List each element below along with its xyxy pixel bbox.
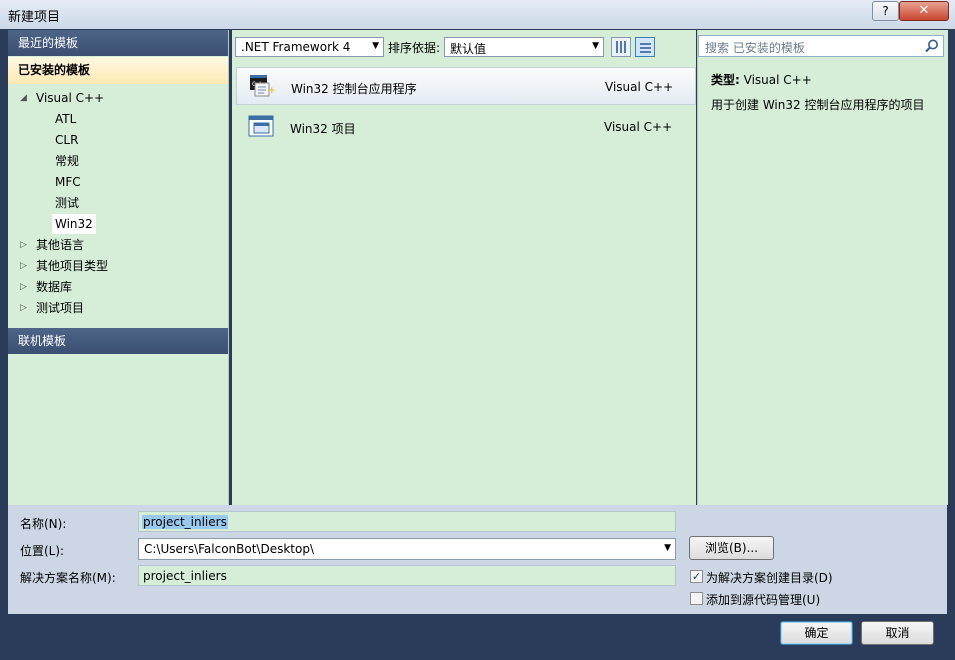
template-toolbar: .NET Framework 4 ▼ 排序依据: 默认值 ▼: [232, 30, 696, 64]
chevron-down-icon: ▼: [592, 41, 599, 51]
framework-value: .NET Framework 4: [241, 40, 351, 54]
tree-item-label: 其他项目类型: [36, 259, 109, 273]
name-label: 名称(N):: [20, 517, 67, 531]
location-label: 位置(L):: [20, 544, 65, 558]
collapsed-arrow-icon[interactable]: ▷: [20, 256, 32, 276]
small-icons-view-icon: [616, 41, 627, 53]
recent-templates-header[interactable]: 最近的模板: [8, 30, 228, 56]
framework-select[interactable]: .NET Framework 4 ▼: [235, 37, 384, 57]
tree-item-label: CLR: [55, 133, 79, 147]
template-item-console[interactable]: C:\ + Win32 控制台应用程序 Visual C++: [236, 67, 696, 105]
template-description: 用于创建 Win32 控制台应用程序的项目: [711, 98, 925, 112]
create-directory-label: 为解决方案创建目录(D): [706, 571, 833, 585]
window-title: 新建项目: [8, 10, 61, 25]
browse-button[interactable]: 浏览(B)...: [689, 536, 774, 560]
create-directory-checkbox[interactable]: ✓: [690, 570, 703, 583]
win32-window-icon: [248, 115, 274, 137]
installed-templates-header[interactable]: 已安装的模板: [8, 57, 228, 84]
list-view-button[interactable]: [635, 37, 655, 57]
tree-item-label: 数据库: [36, 280, 73, 294]
help-button[interactable]: ?: [872, 1, 899, 21]
tree-item[interactable]: ▷ 其他项目类型: [8, 256, 228, 276]
collapsed-arrow-icon[interactable]: ▷: [20, 277, 32, 297]
template-type: 类型: Visual C++: [711, 71, 812, 88]
solution-name-field[interactable]: project_inliers: [138, 565, 676, 586]
template-category-pane: 最近的模板 已安装的模板 ◢ Visual C++ ATL CLR 常规 MFC 测试 Win…: [8, 30, 229, 505]
template-name: Win32 项目: [290, 122, 356, 136]
template-item-win32-project[interactable]: Win32 项目 Visual C++: [236, 108, 696, 146]
sort-value: 默认值: [450, 42, 487, 56]
tree-item[interactable]: 测试: [8, 193, 228, 213]
sort-select[interactable]: 默认值 ▼: [444, 37, 604, 57]
template-language: Visual C++: [604, 120, 673, 134]
tree-item[interactable]: Win32: [8, 214, 228, 234]
solution-name-label: 解决方案名称(M):: [20, 571, 116, 585]
tree-item[interactable]: ▷ 测试项目: [8, 298, 228, 318]
project-settings-form: 名称(N): project_inliers 位置(L): C:\Users\F…: [8, 505, 947, 614]
source-control-label: 添加到源代码管理(U): [706, 593, 821, 607]
template-list-pane: .NET Framework 4 ▼ 排序依据: 默认值 ▼ C:\ + Win…: [232, 30, 696, 505]
tree-item-label: MFC: [55, 175, 81, 189]
project-name-field[interactable]: project_inliers: [138, 511, 676, 532]
tree-item[interactable]: ATL: [8, 109, 228, 129]
cancel-button[interactable]: 取消: [861, 621, 934, 645]
tree-item[interactable]: 常规: [8, 151, 228, 171]
close-button[interactable]: ✕: [899, 1, 949, 21]
tree-item[interactable]: ▷ 其他语言: [8, 235, 228, 255]
ok-button[interactable]: 确定: [780, 621, 853, 645]
list-view-icon: [640, 41, 651, 53]
chevron-down-icon: ▼: [372, 41, 379, 51]
location-value: C:\Users\FalconBot\Desktop\: [144, 542, 314, 556]
location-select[interactable]: C:\Users\FalconBot\Desktop\ ▼: [138, 538, 676, 560]
expanded-arrow-icon[interactable]: ◢: [20, 88, 32, 108]
tree-item-label: 常规: [55, 154, 80, 168]
source-control-checkbox[interactable]: [690, 592, 703, 605]
tree-item-label: 测试: [55, 196, 80, 210]
tree-item[interactable]: ◢ Visual C++: [8, 88, 228, 108]
title-bar: 新建项目 ? ✕: [0, 0, 955, 30]
search-icon[interactable]: [924, 38, 940, 54]
sort-label: 排序依据:: [388, 41, 441, 55]
console-app-icon: C:\ +: [250, 75, 275, 97]
tree-item-label: 其他语言: [36, 238, 85, 252]
small-icons-view-button[interactable]: [611, 37, 631, 57]
search-placeholder: 搜索 已安装的模板: [705, 41, 805, 55]
tree-item[interactable]: MFC: [8, 172, 228, 192]
tree-item-label: 测试项目: [36, 301, 85, 315]
collapsed-arrow-icon[interactable]: ▷: [20, 235, 32, 255]
tree-item-label: Win32: [52, 214, 96, 234]
collapsed-arrow-icon[interactable]: ▷: [20, 298, 32, 318]
template-details-pane: 搜索 已安装的模板 类型: Visual C++ 用于创建 Win32 控制台应…: [697, 30, 948, 505]
solution-name-value: project_inliers: [143, 569, 227, 583]
template-language: Visual C++: [605, 80, 674, 94]
dialog-footer: 确定 取消: [8, 614, 947, 652]
project-name-value: project_inliers: [142, 515, 228, 529]
template-search-input[interactable]: 搜索 已安装的模板: [698, 35, 944, 57]
tree-item[interactable]: CLR: [8, 130, 228, 150]
type-value: Visual C++: [743, 73, 812, 87]
online-templates-header[interactable]: 联机模板: [8, 328, 228, 354]
type-label: 类型:: [711, 73, 740, 87]
tree-item-label: ATL: [55, 112, 77, 126]
svg-text:+: +: [268, 86, 275, 96]
tree-item[interactable]: ▷ 数据库: [8, 277, 228, 297]
tree-item-label: Visual C++: [36, 91, 105, 105]
chevron-down-icon: ▼: [664, 543, 671, 553]
template-name: Win32 控制台应用程序: [291, 82, 417, 96]
